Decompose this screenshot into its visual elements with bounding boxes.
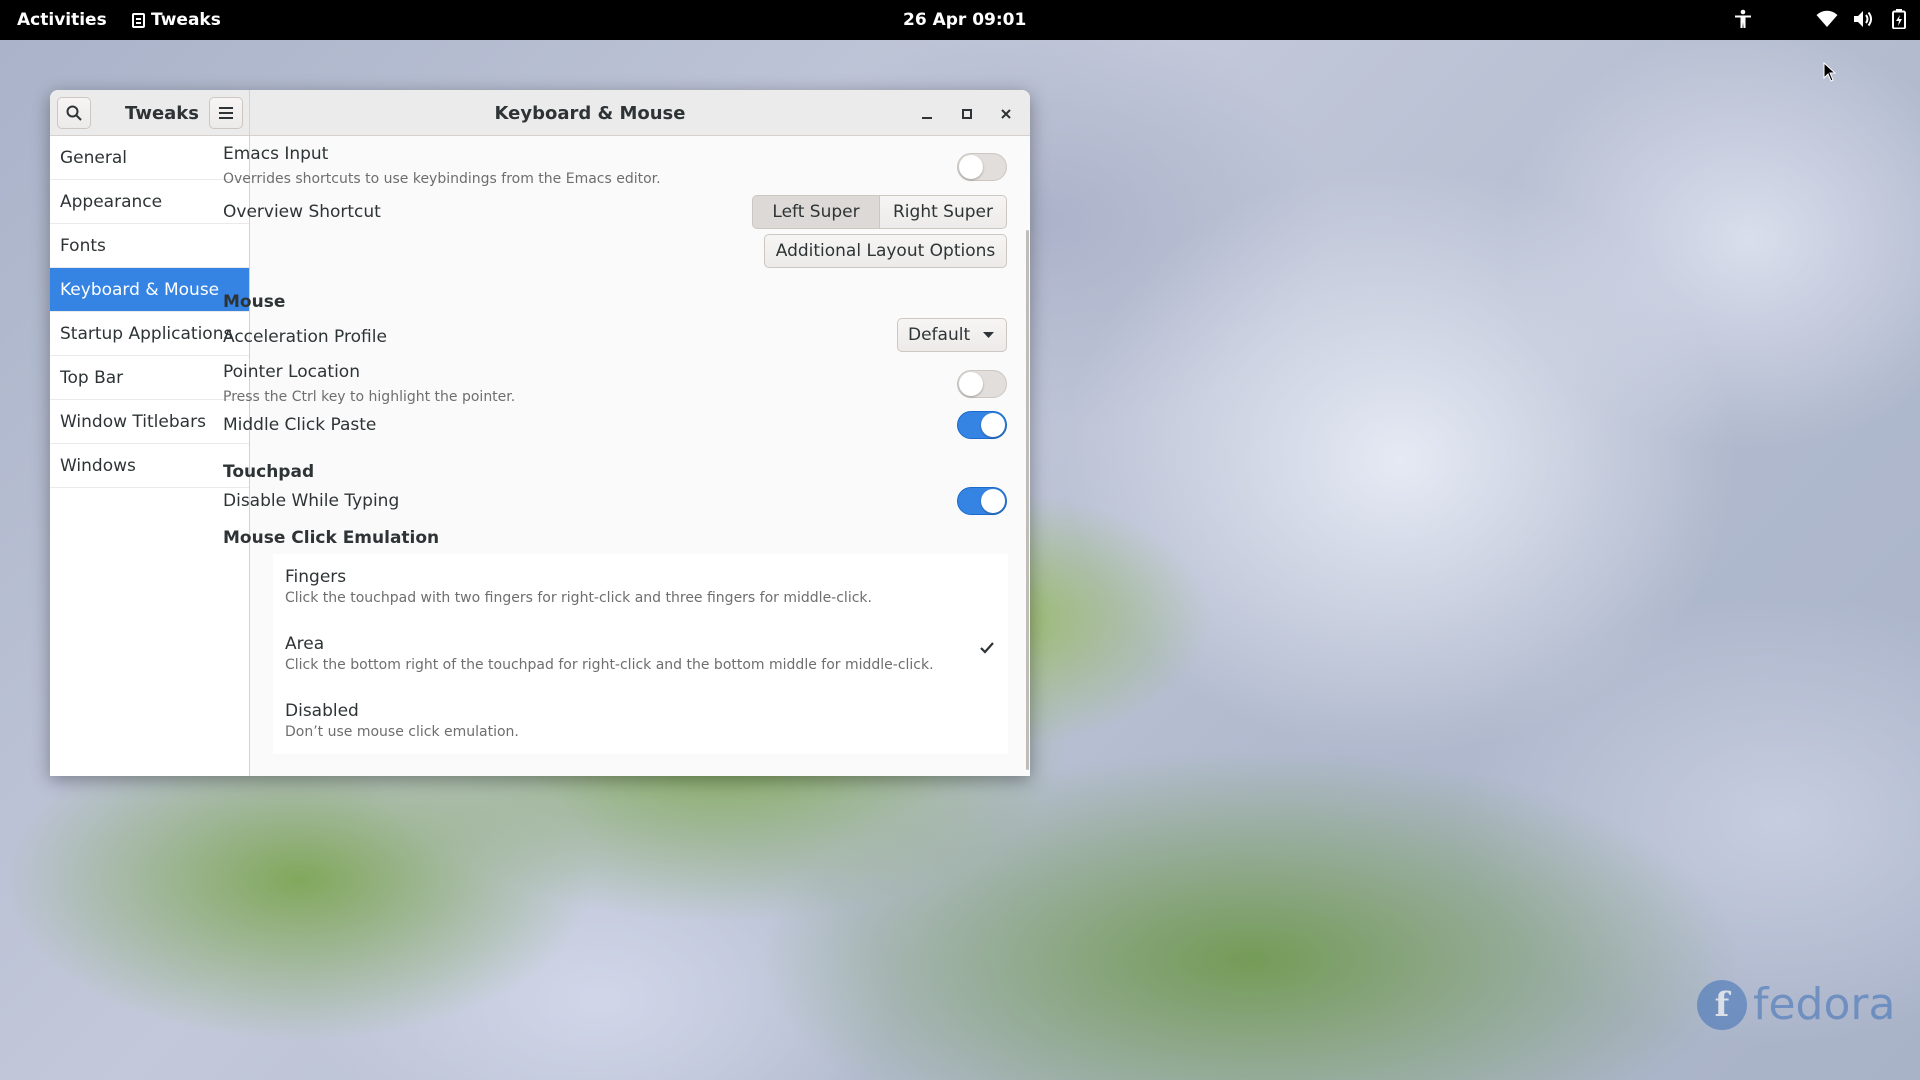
battery-icon[interactable]	[1888, 8, 1910, 30]
sidebar-item-startup-applications[interactable]: Startup Applications	[50, 312, 249, 356]
option-title: Area	[285, 634, 325, 654]
header-bar: Tweaks Keyboard & Mouse	[50, 90, 1030, 136]
scrollbar[interactable]	[1026, 230, 1029, 770]
sidebar-item-appearance[interactable]: Appearance	[50, 180, 249, 224]
dropdown-arrow-icon	[983, 332, 994, 338]
system-status-area[interactable]	[1732, 8, 1910, 30]
acceleration-profile-label: Acceleration Profile	[223, 327, 387, 347]
minimize-button[interactable]	[915, 102, 939, 126]
accessibility-icon[interactable]	[1732, 8, 1754, 30]
sidebar: General Appearance Fonts Keyboard & Mous…	[50, 136, 250, 776]
option-description: Don’t use mouse click emulation.	[285, 724, 519, 740]
app-menu[interactable]: Tweaks	[132, 10, 221, 30]
sidebar-item-keyboard-mouse[interactable]: Keyboard & Mouse	[50, 268, 249, 312]
sidebar-item-general[interactable]: General	[50, 136, 249, 180]
hamburger-menu-icon	[219, 107, 233, 119]
maximize-icon	[962, 109, 972, 119]
mouse-section-heading: Mouse	[223, 292, 286, 312]
volume-icon[interactable]	[1852, 8, 1874, 30]
close-button[interactable]	[994, 102, 1018, 126]
disable-while-typing-label: Disable While Typing	[223, 491, 400, 511]
sidebar-item-top-bar[interactable]: Top Bar	[50, 356, 249, 400]
acceleration-profile-dropdown[interactable]: Default	[897, 318, 1007, 352]
fedora-wordmark: fedora	[1753, 979, 1896, 1030]
main-menu-button[interactable]	[209, 97, 243, 129]
sidebar-item-fonts[interactable]: Fonts	[50, 224, 249, 268]
touchpad-section-heading: Touchpad	[223, 462, 315, 482]
activities-button[interactable]: Activities	[17, 10, 107, 30]
option-title: Disabled	[285, 701, 359, 721]
clock[interactable]: 26 Apr 09:01	[903, 10, 1026, 30]
right-super-button[interactable]: Right Super	[880, 195, 1007, 229]
emacs-input-switch[interactable]	[957, 153, 1007, 181]
middle-click-paste-switch[interactable]	[957, 411, 1007, 439]
search-icon	[66, 105, 82, 121]
sidebar-item-windows[interactable]: Windows	[50, 444, 249, 488]
additional-layout-options-button[interactable]: Additional Layout Options	[764, 234, 1007, 268]
app-menu-label: Tweaks	[151, 10, 221, 30]
fedora-watermark: f fedora	[1697, 979, 1895, 1030]
pointer-location-switch[interactable]	[957, 370, 1007, 398]
top-bar: Activities Tweaks 26 Apr 09:01	[0, 0, 1920, 40]
left-super-button[interactable]: Left Super	[752, 195, 880, 229]
click-emulation-list: Fingers Click the touchpad with two fing…	[273, 554, 1008, 754]
tweaks-app-icon	[132, 12, 145, 28]
mouse-pointer-icon	[1823, 62, 1837, 82]
option-title: Fingers	[285, 567, 347, 587]
sidebar-header: Tweaks	[50, 90, 250, 136]
pointer-location-description: Press the Ctrl key to highlight the poin…	[223, 389, 516, 405]
sidebar-title: Tweaks	[125, 103, 199, 124]
maximize-button[interactable]	[955, 102, 979, 126]
middle-click-paste-label: Middle Click Paste	[223, 415, 377, 435]
close-icon	[1001, 109, 1011, 119]
mouse-click-emulation-heading: Mouse Click Emulation	[223, 528, 440, 548]
overview-shortcut-label: Overview Shortcut	[223, 202, 381, 222]
disable-while-typing-switch[interactable]	[957, 487, 1007, 515]
checkmark-icon	[980, 642, 994, 654]
emacs-input-label: Emacs Input	[223, 144, 329, 164]
emacs-input-description: Overrides shortcuts to use keybindings f…	[223, 171, 661, 187]
fedora-logo-icon: f	[1697, 979, 1747, 1030]
minimize-icon	[922, 117, 932, 119]
pointer-location-label: Pointer Location	[223, 362, 360, 382]
acceleration-profile-value: Default	[908, 325, 971, 345]
search-button[interactable]	[57, 97, 91, 129]
window-title: Keyboard & Mouse	[494, 103, 686, 124]
option-description: Click the touchpad with two fingers for …	[285, 590, 872, 606]
option-description: Click the bottom right of the touchpad f…	[285, 657, 934, 673]
sidebar-item-window-titlebars[interactable]: Window Titlebars	[50, 400, 249, 444]
wifi-icon[interactable]	[1816, 8, 1838, 30]
